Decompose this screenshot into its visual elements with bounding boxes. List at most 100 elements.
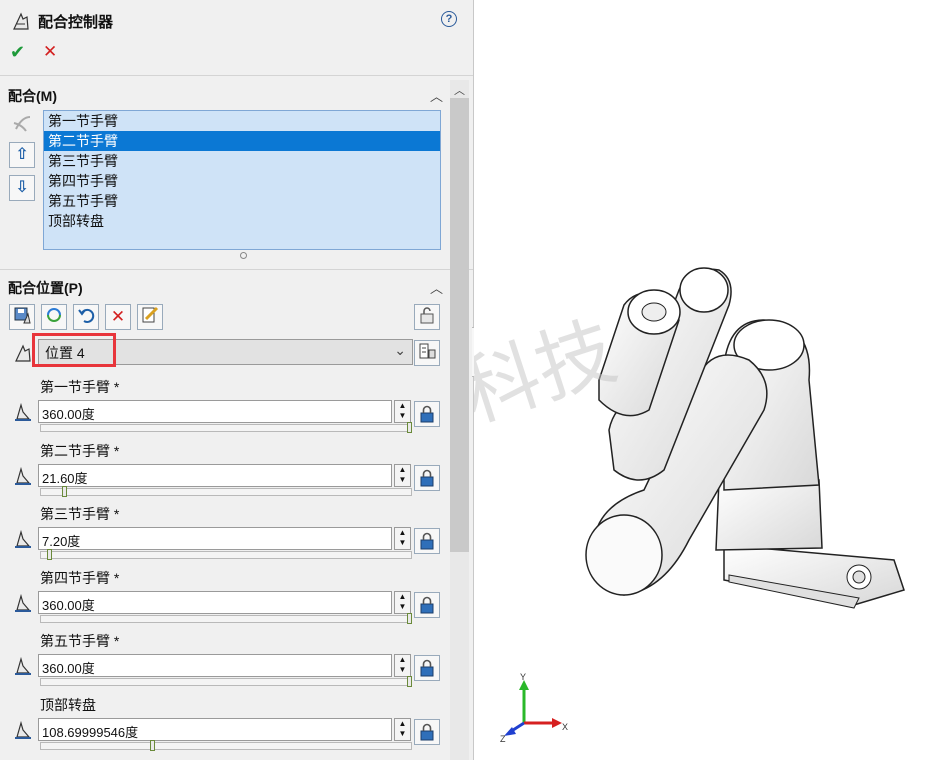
param-lock-button[interactable] <box>414 719 440 745</box>
param-slider-knob[interactable] <box>47 549 52 560</box>
param-spinner[interactable]: ▲ ▼ <box>394 400 411 423</box>
param-slider-track[interactable] <box>40 488 412 496</box>
mate-list-item[interactable]: 第四节手臂 <box>44 171 440 191</box>
triad-y-label: Y <box>520 672 526 682</box>
graphics-viewport[interactable]: 生信科技 Y X Z <box>205 0 950 760</box>
param-value-field[interactable]: 360.00度 <box>38 400 392 423</box>
scrollbar-thumb[interactable] <box>450 98 469 552</box>
divider <box>0 75 473 76</box>
mate-list-item[interactable]: 第三节手臂 <box>44 151 440 171</box>
lock-icon <box>420 723 434 741</box>
param-lock-button[interactable] <box>414 592 440 618</box>
param-spinner[interactable]: ▲ ▼ <box>394 527 411 550</box>
param-slider-track[interactable] <box>40 551 412 559</box>
triad-x-label: X <box>562 722 568 732</box>
calculate-animation-button[interactable] <box>41 304 67 330</box>
lock-icon <box>420 659 434 677</box>
move-up-button[interactable]: ⇧ <box>9 142 35 168</box>
mate-list-item[interactable]: 第一节手臂 <box>44 111 440 131</box>
param-label: 第四节手臂 * <box>40 570 120 586</box>
list-icon <box>419 343 436 359</box>
param-spinner[interactable]: ▲ ▼ <box>394 718 411 741</box>
param-value: 7.20度 <box>42 534 81 549</box>
mate-list-item[interactable]: 顶部转盘 <box>44 211 440 231</box>
resize-handle[interactable] <box>240 252 247 259</box>
joint-angle-icon <box>15 529 31 548</box>
param-slider-track[interactable] <box>40 678 412 686</box>
param-lock-button[interactable] <box>414 655 440 681</box>
param-spinner[interactable]: ▲ ▼ <box>394 464 411 487</box>
mates-list-icon <box>13 116 31 132</box>
param-value: 108.69999546度 <box>42 725 139 740</box>
param-slider-knob[interactable] <box>150 740 155 751</box>
param-value: 360.00度 <box>42 598 95 613</box>
collapse-positions-chevron-icon[interactable]: ︿ <box>430 278 443 297</box>
joint-angle-icon <box>15 593 31 612</box>
scroll-up-arrow-icon[interactable]: ︿ <box>454 82 465 98</box>
save-position-icon <box>14 307 31 324</box>
positions-section-title: 配合位置(P) <box>8 280 83 296</box>
animate-icon <box>47 308 61 322</box>
coordinate-triad: Y X Z <box>500 672 568 744</box>
param-slider-knob[interactable] <box>62 486 67 497</box>
param-label: 第一节手臂 * <box>40 379 120 395</box>
mate-list-item[interactable]: 第五节手臂 <box>44 191 440 211</box>
joint-angle-icon <box>15 656 31 675</box>
param-value-field[interactable]: 7.20度 <box>38 527 392 550</box>
undo-icon <box>78 308 95 323</box>
lock-icon <box>420 596 434 614</box>
divider <box>0 269 473 270</box>
highlight-box <box>32 333 116 367</box>
unlock-icon <box>420 307 434 324</box>
ok-button[interactable]: ✔ <box>10 42 25 63</box>
param-slider-knob[interactable] <box>407 422 412 433</box>
param-label: 第三节手臂 * <box>40 506 120 522</box>
param-slider-knob[interactable] <box>407 676 412 687</box>
param-slider-track[interactable] <box>40 424 412 432</box>
joint-angle-icon <box>15 466 31 485</box>
position-list-button[interactable] <box>414 340 440 366</box>
save-position-button[interactable] <box>9 304 35 330</box>
mates-listbox[interactable]: 第一节手臂 第二节手臂 第三节手臂 第四节手臂 第五节手臂 顶部转盘 <box>43 110 441 250</box>
unlock-all-button[interactable] <box>414 304 440 330</box>
param-label: 第二节手臂 * <box>40 443 120 459</box>
lock-icon <box>420 532 434 550</box>
watermark-text: 生信科技 <box>474 306 626 486</box>
param-value-field[interactable]: 360.00度 <box>38 654 392 677</box>
param-lock-button[interactable] <box>414 401 440 427</box>
move-down-button[interactable]: ⇩ <box>9 175 35 201</box>
param-label: 第五节手臂 * <box>40 633 120 649</box>
param-label: 顶部转盘 <box>40 697 96 713</box>
param-spinner[interactable]: ▲ ▼ <box>394 654 411 677</box>
cancel-button[interactable]: ✕ <box>43 42 57 62</box>
param-slider-track[interactable] <box>40 742 412 750</box>
mate-list-item-selected[interactable]: 第二节手臂 <box>44 131 440 151</box>
param-value-field[interactable]: 21.60度 <box>38 464 392 487</box>
param-spinner[interactable]: ▲ ▼ <box>394 591 411 614</box>
collapse-mates-chevron-icon[interactable]: ︿ <box>430 86 443 105</box>
robot-arm-model: 生信科技 Y X Z <box>205 267 905 744</box>
help-button[interactable]: ? <box>441 11 457 27</box>
chevron-down-icon[interactable]: ⌄ <box>394 342 406 359</box>
joint-angle-icon <box>15 720 31 739</box>
property-manager-panel: 配合控制器 ? ✔ ✕ 配合(M) ︿ 第一节手臂 第二节手臂 第三节手臂 第四… <box>0 0 474 760</box>
param-lock-button[interactable] <box>414 465 440 491</box>
param-lock-button[interactable] <box>414 528 440 554</box>
position-icon <box>15 344 31 362</box>
lock-icon <box>420 469 434 487</box>
joint-angle-icon <box>15 402 31 421</box>
param-value-field[interactable]: 108.69999546度 <box>38 718 392 741</box>
edit-position-button[interactable] <box>137 304 163 330</box>
param-value: 21.60度 <box>42 471 88 486</box>
param-value: 360.00度 <box>42 407 95 422</box>
triad-z-label: Z <box>500 734 506 744</box>
param-slider-track[interactable] <box>40 615 412 623</box>
param-slider-knob[interactable] <box>407 613 412 624</box>
mate-controller-icon <box>13 12 29 30</box>
undo-button[interactable] <box>73 304 99 330</box>
param-value: 360.00度 <box>42 661 95 676</box>
delete-position-button[interactable]: ✕ <box>105 304 131 330</box>
mates-section-title: 配合(M) <box>8 88 57 104</box>
param-value-field[interactable]: 360.00度 <box>38 591 392 614</box>
lock-icon <box>420 405 434 423</box>
